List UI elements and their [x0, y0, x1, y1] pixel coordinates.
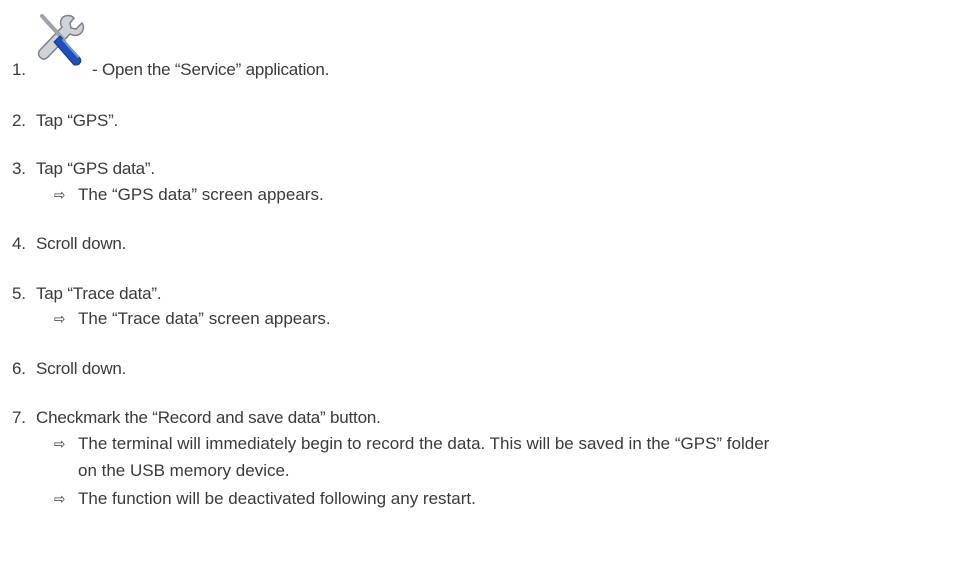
result-text: The “GPS data” screen appears.	[78, 185, 324, 204]
step-number: 1.	[12, 60, 26, 79]
step-6: 6. Scroll down.	[0, 359, 979, 383]
step-3: 3. Tap “GPS data”.	[0, 159, 979, 183]
step-number: 4.	[12, 234, 26, 253]
result-text: The terminal will immediately begin to r…	[78, 434, 770, 453]
step-5: 5. Tap “Trace data”.	[0, 284, 979, 308]
step-7-result-1-continued: on the USB memory device.	[78, 461, 290, 481]
step-number: 7.	[12, 408, 26, 427]
step-text: Tap “Trace data”.	[36, 284, 162, 303]
step-number: 6.	[12, 359, 26, 378]
result-text: The function will be deactivated followi…	[78, 489, 476, 508]
result-arrow-icon: ⇨	[54, 435, 66, 453]
step-7: 7. Checkmark the “Record and save data” …	[0, 408, 979, 432]
result-text: The “Trace data” screen appears.	[78, 309, 331, 328]
step-number: 2.	[12, 111, 26, 130]
result-arrow-icon: ⇨	[54, 490, 66, 508]
step-number: 5.	[12, 284, 26, 303]
result-text: on the USB memory device.	[78, 461, 290, 480]
step-2: 2. Tap “GPS”.	[0, 111, 979, 135]
step-text: Checkmark the “Record and save data” but…	[36, 408, 381, 427]
step-text: Tap “GPS”.	[36, 111, 119, 130]
step-text: Tap “GPS data”.	[36, 159, 155, 178]
step-text: Scroll down.	[36, 359, 127, 378]
step-number: 3.	[12, 159, 26, 178]
wrench-screwdriver-icon	[30, 10, 86, 66]
step-text: - Open the “Service” application.	[92, 60, 330, 79]
result-arrow-icon: ⇨	[54, 186, 66, 204]
step-text: Scroll down.	[36, 234, 127, 253]
instruction-document: 1. - Open the “Service” application. 2. …	[0, 0, 979, 572]
step-1: 1. - Open the “Service” application.	[0, 60, 979, 84]
step-4: 4. Scroll down.	[0, 234, 979, 258]
result-arrow-icon: ⇨	[54, 310, 66, 328]
